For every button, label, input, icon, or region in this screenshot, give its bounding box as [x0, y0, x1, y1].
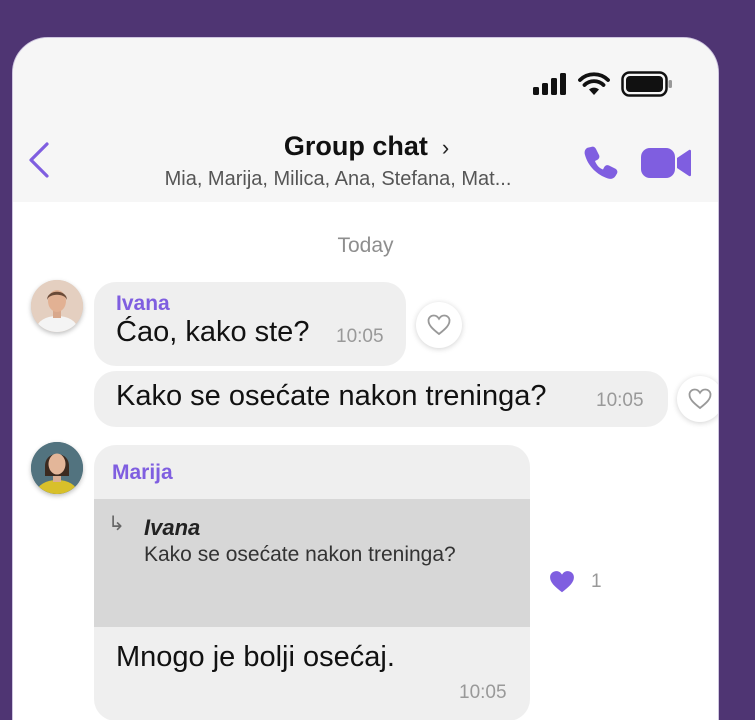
reply-arrow-icon: ↳ — [108, 513, 125, 535]
avatar-marija[interactable] — [31, 442, 83, 494]
message-text: Ćao, kako ste? — [116, 316, 310, 348]
battery-icon — [621, 71, 672, 97]
message-time: 10:05 — [596, 390, 644, 411]
heart-outline-icon — [688, 388, 712, 410]
person-photo — [31, 280, 83, 332]
like-button[interactable] — [416, 302, 462, 348]
chat-header: Group chat › Mia, Marija, Milica, Ana, St… — [13, 130, 718, 202]
quoted-text: Kako se osećate nakon treninga? — [144, 543, 456, 566]
message-time: 10:05 — [336, 326, 384, 347]
reaction-summary[interactable]: 1 — [549, 570, 602, 594]
video-camera-icon — [641, 148, 691, 178]
chat-title: Group chat — [283, 131, 428, 161]
heart-filled-icon — [550, 571, 574, 593]
video-call-button[interactable] — [641, 146, 691, 180]
chat-participants: Mia, Marija, Milica, Ana, Stefana, Mat..… — [164, 168, 512, 190]
message-text: Mnogo je bolji osećaj. — [116, 641, 395, 673]
sender-name: Marija — [112, 461, 173, 484]
status-bar — [13, 38, 718, 130]
message-bubble[interactable]: Kako se osećate nakon treninga? 10:05 — [94, 371, 668, 427]
phone-frame: Group chat › Mia, Marija, Milica, Ana, St… — [12, 37, 719, 720]
wifi-icon — [578, 72, 610, 95]
quoted-author: Ivana — [144, 515, 201, 540]
heart-outline-icon — [427, 314, 451, 336]
signal-icon — [533, 73, 566, 95]
title-chevron-icon: › — [441, 135, 450, 160]
date-divider: Today — [337, 234, 394, 257]
status-icons — [533, 71, 673, 97]
reaction-count: 1 — [591, 571, 602, 592]
avatar-ivana[interactable] — [31, 280, 83, 332]
sender-name: Ivana — [116, 292, 170, 315]
voice-call-button[interactable] — [583, 144, 619, 180]
person-photo — [31, 442, 83, 494]
message-text: Kako se osećate nakon treninga? — [116, 380, 547, 412]
quoted-message[interactable]: ↳ Ivana Kako se osećate nakon treninga? — [94, 499, 530, 627]
like-button[interactable] — [677, 376, 718, 422]
phone-icon — [584, 146, 618, 179]
message-time: 10:05 — [459, 682, 507, 703]
message-bubble[interactable]: Ivana Ćao, kako ste? 10:05 — [94, 282, 406, 366]
